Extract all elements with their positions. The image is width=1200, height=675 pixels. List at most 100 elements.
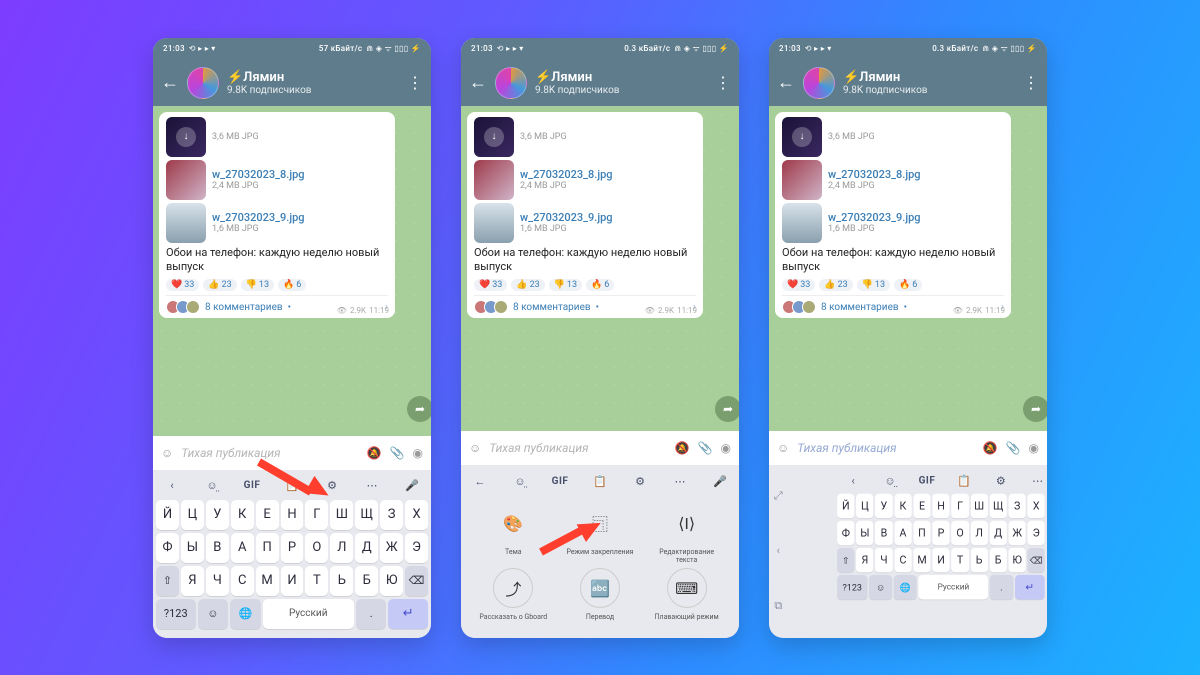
key[interactable]: З	[380, 500, 403, 530]
file-attachment[interactable]: w_27032023_8.jpg2,4 MB JPG	[166, 160, 388, 200]
dot-key[interactable]: .	[356, 599, 386, 629]
key[interactable]: Я	[856, 547, 873, 572]
file-thumb-2[interactable]	[474, 160, 514, 200]
kbd-back-icon[interactable]: ←	[470, 471, 490, 491]
sticker-icon[interactable]: ☺̤	[202, 476, 222, 496]
key[interactable]: Ф	[156, 533, 179, 563]
file-thumb-2[interactable]	[782, 160, 822, 200]
key[interactable]: Н	[281, 500, 304, 530]
gif-button[interactable]: GIF	[917, 470, 937, 490]
attach-icon[interactable]: 📎	[390, 446, 405, 460]
file-attachment[interactable]: 3,6 MB JPG	[166, 117, 388, 157]
key[interactable]: Р	[281, 533, 304, 563]
kbd-more-icon[interactable]: ⋯	[670, 471, 690, 491]
menu-floating[interactable]: ⌨Плавающий режим	[645, 568, 728, 621]
key[interactable]: Ь	[970, 547, 987, 572]
chat-area[interactable]: 3,6 MB JPG w_27032023_8.jpg2,4 MB JPG w_…	[769, 106, 1047, 431]
key[interactable]: П	[256, 533, 279, 563]
channel-header[interactable]: ← ⚡Лямин 9.8K подписчиков ⋮	[153, 60, 431, 106]
forward-button[interactable]: ➦	[715, 396, 739, 422]
channel-avatar[interactable]	[803, 67, 835, 99]
reaction[interactable]: 👎13	[241, 279, 274, 291]
emoji-key[interactable]: ☺	[869, 574, 892, 599]
key[interactable]: Ы	[856, 520, 873, 545]
key[interactable]: В	[206, 533, 229, 563]
file-thumb-3[interactable]	[474, 203, 514, 243]
key[interactable]: Г	[305, 500, 328, 530]
key[interactable]: А	[231, 533, 254, 563]
key[interactable]: М	[256, 566, 279, 596]
numbers-key[interactable]: ?123	[837, 574, 867, 599]
key[interactable]: Г	[951, 493, 968, 518]
key[interactable]: Б	[355, 566, 378, 596]
file-thumb-3[interactable]	[166, 203, 206, 243]
key[interactable]: Л	[970, 520, 987, 545]
key[interactable]: Э	[1027, 520, 1044, 545]
kbd-back-icon[interactable]: ‹	[162, 476, 182, 496]
key[interactable]: Ч	[875, 547, 892, 572]
key[interactable]: С	[894, 547, 911, 572]
more-icon[interactable]: ⋮	[715, 73, 731, 92]
mic-icon[interactable]: 🎤	[402, 476, 422, 496]
emoji-icon[interactable]: ☺	[469, 441, 481, 455]
key[interactable]: Ж	[1008, 520, 1025, 545]
lang-key[interactable]: 🌐	[230, 599, 260, 629]
backspace-key[interactable]: ⌫	[405, 566, 428, 596]
file-thumb-1[interactable]	[782, 117, 822, 157]
reaction[interactable]: 🔥6	[278, 279, 306, 291]
enter-key[interactable]: ↵	[388, 599, 428, 629]
key[interactable]: В	[875, 520, 892, 545]
file-attachment[interactable]: w_27032023_9.jpg1,6 MB JPG	[782, 203, 1004, 243]
file-thumb-2[interactable]	[166, 160, 206, 200]
key[interactable]: Ы	[181, 533, 204, 563]
space-key[interactable]: Русский	[263, 599, 354, 629]
key[interactable]: Я	[181, 566, 204, 596]
record-icon[interactable]: ◉	[1029, 441, 1039, 455]
settings-icon[interactable]: ⚙	[990, 470, 1010, 490]
key[interactable]: Ч	[206, 566, 229, 596]
emoji-key[interactable]: ☺	[198, 599, 228, 629]
file-thumb-1[interactable]	[166, 117, 206, 157]
channel-header[interactable]: ← ⚡Лямин9.8K подписчиков ⋮	[461, 60, 739, 106]
message-input[interactable]: Тихая публикация	[797, 441, 974, 455]
channel-avatar[interactable]	[495, 67, 527, 99]
kbd-more-icon[interactable]: ⋯	[362, 476, 382, 496]
chat-area[interactable]: 3,6 MB JPG w_27032023_8.jpg2,4 MB JPG w_…	[461, 106, 739, 432]
enter-key[interactable]: ↵	[1014, 574, 1044, 599]
emoji-icon[interactable]: ☺	[777, 441, 789, 455]
record-icon[interactable]: ◉	[413, 446, 423, 460]
file-attachment[interactable]: w_27032023_8.jpg2,4 MB JPG	[474, 160, 696, 200]
numbers-key[interactable]: ?123	[156, 599, 196, 629]
message-bubble[interactable]: 3,6 MB JPG w_27032023_8.jpg2,4 MB JPG w_…	[775, 112, 1011, 319]
silent-icon[interactable]: 🔕	[675, 441, 690, 455]
key[interactable]: Ю	[380, 566, 403, 596]
shift-key[interactable]: ⇧	[837, 547, 854, 572]
key[interactable]: Ф	[837, 520, 854, 545]
key[interactable]: Ц	[856, 493, 873, 518]
message-input[interactable]: Тихая публикация	[489, 441, 666, 455]
key[interactable]: Е	[913, 493, 930, 518]
key[interactable]: М	[913, 547, 930, 572]
key[interactable]: Ж	[380, 533, 403, 563]
reaction[interactable]: 👍23	[203, 279, 236, 291]
key[interactable]: Э	[405, 533, 428, 563]
forward-button[interactable]: ➦	[1023, 396, 1047, 422]
back-icon[interactable]: ←	[777, 72, 795, 93]
menu-translate[interactable]: 🔤Перевод	[559, 568, 642, 621]
lang-key[interactable]: 🌐	[893, 574, 916, 599]
menu-share[interactable]: ⤴Рассказать о Gboard	[472, 568, 555, 621]
settings-icon[interactable]: ⚙	[630, 471, 650, 491]
attach-icon[interactable]: 📎	[1006, 441, 1021, 455]
kbd-more-icon[interactable]: ⋯	[1027, 470, 1047, 490]
key[interactable]: Й	[837, 493, 854, 518]
channel-avatar[interactable]	[187, 67, 219, 99]
key[interactable]: Ю	[1008, 547, 1025, 572]
message-input[interactable]: Тихая публикация	[181, 446, 358, 460]
backspace-key[interactable]: ⌫	[1027, 547, 1044, 572]
sticker-icon[interactable]: ☺̤	[510, 471, 530, 491]
mic-icon[interactable]: 🎤	[710, 471, 730, 491]
menu-text-edit[interactable]: ⟨I⟩Редактирование текста	[645, 503, 728, 564]
key[interactable]: Ш	[970, 493, 987, 518]
key[interactable]: Ь	[330, 566, 353, 596]
file-attachment[interactable]: w_27032023_9.jpg1,6 MB JPG	[474, 203, 696, 243]
